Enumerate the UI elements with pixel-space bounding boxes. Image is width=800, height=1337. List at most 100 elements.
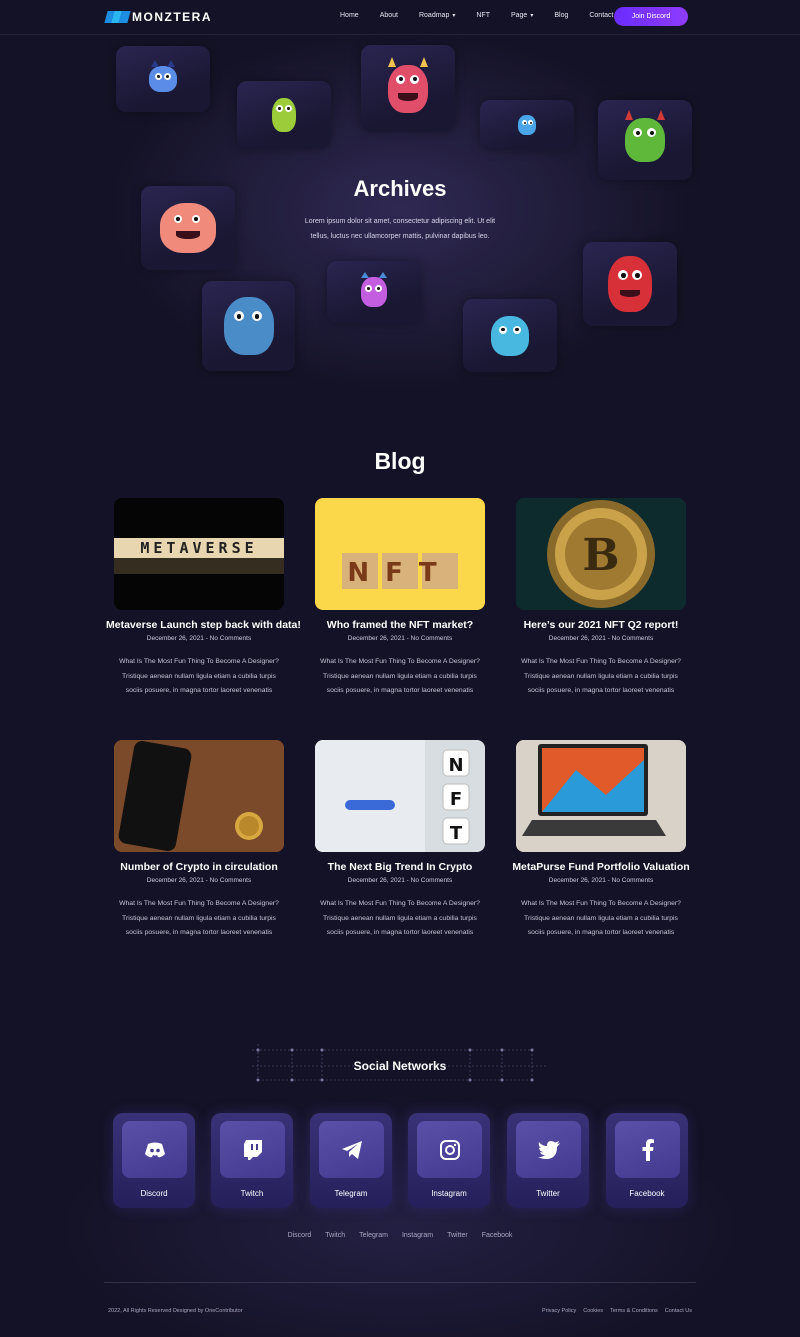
- monster-image: [361, 272, 387, 307]
- monster-image: [223, 297, 274, 355]
- post-meta: December 26, 2021 - No Comments: [146, 877, 252, 884]
- social-icon-box: [516, 1121, 581, 1178]
- monster-card-green-small: [237, 81, 331, 149]
- monster-image: [388, 56, 428, 113]
- monster-image: [160, 203, 216, 253]
- social-link-twitter[interactable]: Twitter: [447, 1232, 468, 1239]
- post-comments[interactable]: No Comments: [210, 635, 252, 642]
- cube-letter-t: T: [450, 823, 463, 844]
- post-title[interactable]: Number of Crypto in circulation: [106, 861, 292, 873]
- social-label: Instagram: [431, 1189, 467, 1198]
- social-label: Facebook: [629, 1189, 665, 1198]
- social-label: Telegram: [334, 1189, 368, 1198]
- social-link-twitch[interactable]: Twitch: [325, 1232, 345, 1239]
- telegram-icon: [341, 1140, 362, 1159]
- social-card-twitter[interactable]: Twitter: [507, 1113, 589, 1208]
- nav-label: Page: [510, 12, 528, 19]
- excerpt-line: What Is The Most Fun Thing To Become A D…: [119, 900, 279, 907]
- monster-image: [272, 98, 296, 132]
- excerpt-line: What Is The Most Fun Thing To Become A D…: [521, 658, 681, 665]
- hero-subtitle-line: tellus, luctus nec ullamcorper mattis, p…: [310, 233, 490, 240]
- instagram-icon: [439, 1139, 460, 1160]
- post-meta: December 26, 2021 - No Comments: [347, 877, 453, 884]
- excerpt-line: Tristique aenean nullam ligula etiam a c…: [122, 914, 276, 922]
- footer-divider: [104, 1282, 696, 1283]
- post-title[interactable]: The Next Big Trend In Crypto: [307, 861, 493, 873]
- nav-label: About: [379, 12, 398, 19]
- nav-item-blog[interactable]: Blog: [554, 12, 568, 19]
- post-meta: December 26, 2021 - No Comments: [548, 877, 654, 884]
- logo-mark-icon: [104, 11, 131, 23]
- post-comments[interactable]: No Comments: [411, 635, 453, 642]
- cube-letter-f: F: [450, 789, 462, 810]
- join-discord-button[interactable]: Join Discord: [614, 7, 688, 26]
- post-image-nft-cubes[interactable]: N F T: [315, 740, 485, 852]
- nft-blocks-text: NFT: [347, 558, 452, 588]
- social-link-facebook[interactable]: Facebook: [482, 1232, 513, 1239]
- social-link-discord[interactable]: Discord: [288, 1232, 312, 1239]
- chevron-down-icon: ▾: [530, 13, 534, 19]
- footer-link-cookies[interactable]: Cookies: [583, 1308, 603, 1314]
- nav-label: Blog: [554, 12, 569, 19]
- nav-item-roadmap[interactable]: Roadmap ▾: [419, 12, 455, 19]
- post-title[interactable]: Here’s our 2021 NFT Q2 report!: [508, 619, 694, 631]
- footer-link-terms[interactable]: Terms & Conditions: [610, 1308, 658, 1314]
- post-comments[interactable]: No Comments: [210, 877, 252, 884]
- post-title[interactable]: MetaPurse Fund Portfolio Valuation: [508, 861, 694, 873]
- post-image-nft-blocks[interactable]: NFT: [315, 498, 485, 610]
- excerpt-line: sociis posuere, in magna tortor laoreet …: [326, 929, 474, 936]
- blog-post-card: B Here’s our 2021 NFT Q2 report! Decembe…: [508, 498, 694, 699]
- post-meta: December 26, 2021 - No Comments: [146, 635, 252, 642]
- post-excerpt: What Is The Most Fun Thing To Become A D…: [307, 655, 493, 699]
- excerpt-line: Tristique aenean nullam ligula etiam a c…: [524, 672, 678, 680]
- bitcoin-symbol-text: B: [582, 530, 619, 581]
- post-title[interactable]: Who framed the NFT market?: [307, 619, 493, 631]
- facebook-icon: [642, 1138, 654, 1161]
- monster-card-purple: [327, 261, 421, 323]
- post-excerpt: What Is The Most Fun Thing To Become A D…: [508, 897, 694, 941]
- nav-item-about[interactable]: About: [380, 12, 398, 19]
- post-excerpt: What Is The Most Fun Thing To Become A D…: [307, 897, 493, 941]
- cube-letter-n: N: [448, 755, 463, 776]
- nav-item-nft[interactable]: NFT: [476, 12, 490, 19]
- post-comments[interactable]: No Comments: [612, 635, 654, 642]
- footer-link-contact[interactable]: Contact Us: [665, 1308, 692, 1314]
- post-comments[interactable]: No Comments: [612, 877, 654, 884]
- excerpt-line: Tristique aenean nullam ligula etiam a c…: [524, 914, 678, 922]
- logo-text: MONZTERA: [132, 10, 212, 24]
- excerpt-line: sociis posuere, in magna tortor laoreet …: [527, 929, 675, 936]
- social-icon-box: [319, 1121, 384, 1178]
- social-card-discord[interactable]: Discord: [113, 1113, 195, 1208]
- post-excerpt: What Is The Most Fun Thing To Become A D…: [508, 655, 694, 699]
- post-title[interactable]: Metaverse Launch step back with data!: [106, 619, 301, 631]
- social-card-telegram[interactable]: Telegram: [310, 1113, 392, 1208]
- post-image-phone-coin[interactable]: [114, 740, 284, 852]
- post-image-metaverse[interactable]: METAVERSE: [114, 498, 284, 610]
- twitch-icon: [243, 1139, 262, 1160]
- footer-links: Privacy Policy Cookies Terms & Condition…: [542, 1308, 692, 1314]
- social-text-links: Discord Twitch Telegram Instagram Twitte…: [0, 1232, 800, 1239]
- copyright-text: 2022, All Rights Reserved Designed by On…: [108, 1308, 243, 1314]
- nav-item-home[interactable]: Home: [340, 12, 359, 19]
- monster-card-blue-tiny: [480, 100, 574, 150]
- metaverse-tiles-text: METAVERSE: [140, 539, 257, 557]
- blog-post-card: Number of Crypto in circulation December…: [106, 740, 292, 941]
- excerpt-line: Tristique aenean nullam ligula etiam a c…: [122, 672, 276, 680]
- post-image-bitcoin[interactable]: B: [516, 498, 686, 610]
- social-card-instagram[interactable]: Instagram: [408, 1113, 490, 1208]
- nav-item-contact[interactable]: Contact: [589, 12, 613, 19]
- nav-item-page[interactable]: Page ▾: [511, 12, 533, 19]
- post-date: December 26, 2021: [548, 635, 606, 642]
- post-comments[interactable]: No Comments: [411, 877, 453, 884]
- post-image-laptop[interactable]: [516, 740, 686, 852]
- logo[interactable]: MONZTERA: [104, 10, 212, 24]
- social-card-facebook[interactable]: Facebook: [606, 1113, 688, 1208]
- monster-card-blue-winged: [116, 46, 210, 112]
- post-date: December 26, 2021: [146, 877, 204, 884]
- social-link-telegram[interactable]: Telegram: [359, 1232, 388, 1239]
- social-card-twitch[interactable]: Twitch: [211, 1113, 293, 1208]
- twitter-icon: [537, 1140, 560, 1159]
- social-link-instagram[interactable]: Instagram: [402, 1232, 433, 1239]
- page-title: Archives: [353, 176, 447, 201]
- footer-link-privacy[interactable]: Privacy Policy: [542, 1308, 576, 1314]
